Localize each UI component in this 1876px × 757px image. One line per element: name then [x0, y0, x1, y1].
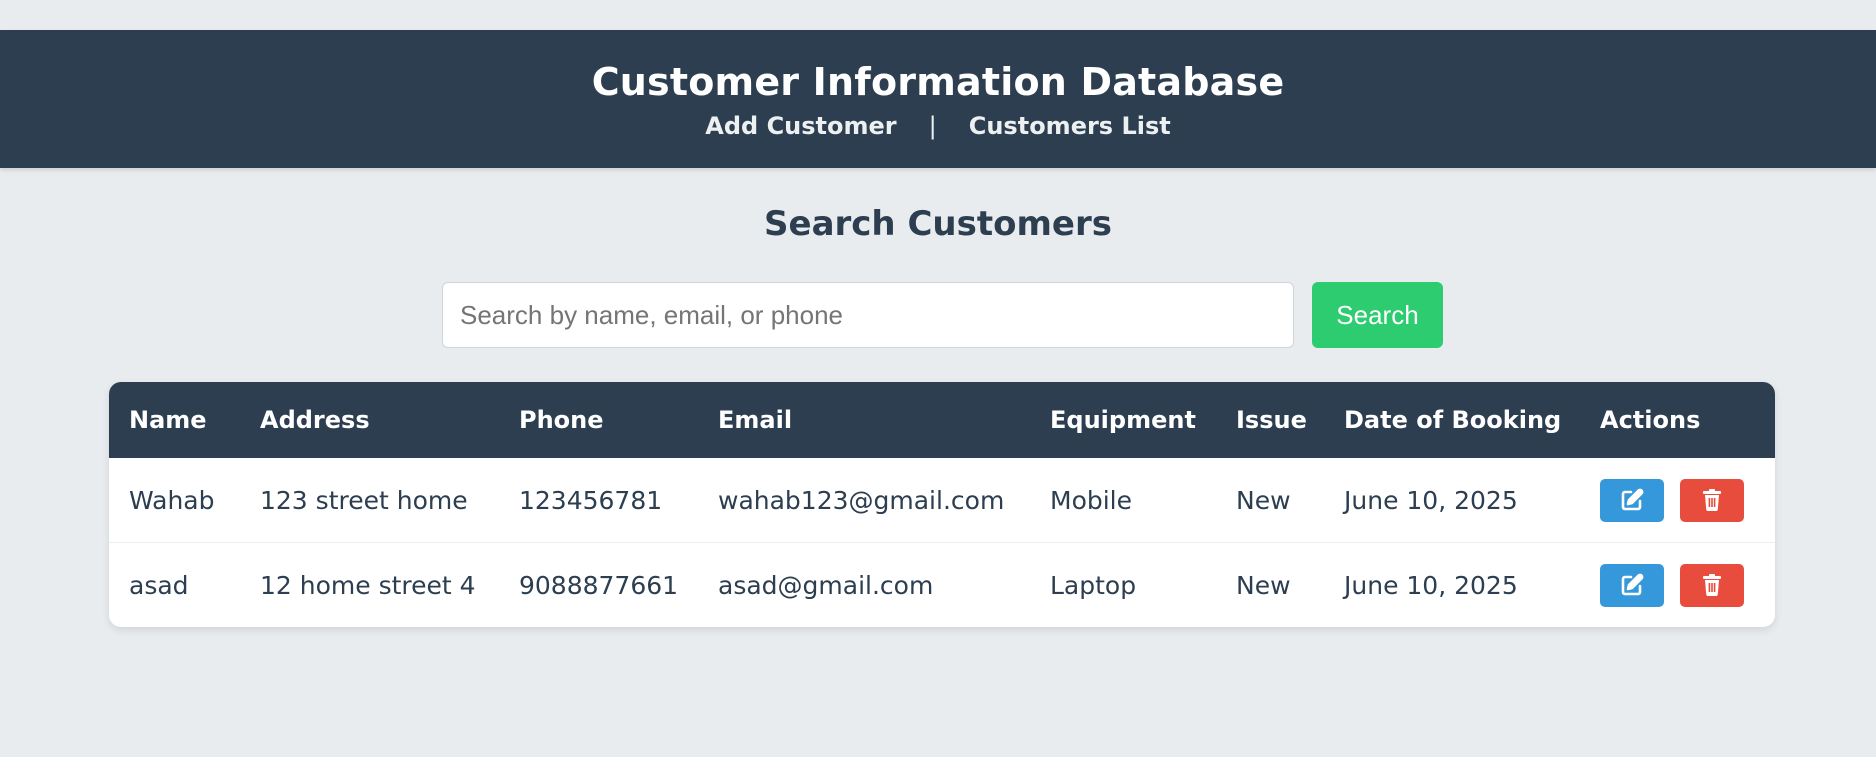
- cell-equipment: Mobile: [1030, 458, 1216, 543]
- search-button[interactable]: Search: [1312, 282, 1443, 348]
- table-row: asad 12 home street 4 9088877661 asad@gm…: [109, 543, 1775, 628]
- cell-issue: New: [1236, 570, 1291, 600]
- search-section-title: Search Customers: [764, 204, 1112, 244]
- column-header-actions: Actions: [1580, 382, 1775, 458]
- nav-separator: |: [928, 112, 937, 140]
- cell-address: 123 street home: [240, 458, 499, 543]
- edit-button[interactable]: [1600, 563, 1664, 607]
- customers-table-container: Name Address Phone Email Equipment Issue…: [109, 382, 1775, 627]
- edit-button[interactable]: [1600, 478, 1664, 522]
- column-header-date: Date of Booking: [1324, 382, 1580, 458]
- main-nav: Add Customer | Customers List: [0, 112, 1876, 140]
- search-bar: Search: [442, 282, 1443, 348]
- cell-date: June 10, 2025: [1344, 570, 1518, 600]
- nav-customers-list-link[interactable]: Customers List: [969, 112, 1171, 140]
- column-header-name: Name: [109, 382, 240, 458]
- edit-icon: [1620, 488, 1644, 512]
- table-header-row: Name Address Phone Email Equipment Issue…: [109, 382, 1775, 458]
- table-header: Name Address Phone Email Equipment Issue…: [109, 382, 1775, 458]
- delete-button[interactable]: [1680, 563, 1744, 607]
- cell-equipment: Laptop: [1050, 570, 1137, 600]
- cell-phone: 9088877661: [519, 570, 679, 600]
- cell-name: Wahab: [109, 458, 240, 543]
- trash-icon: [1700, 573, 1724, 597]
- column-header-address: Address: [240, 382, 499, 458]
- cell-email: asad@gmail.com: [718, 570, 934, 600]
- table-body: Wahab 123 street home 123456781 wahab123…: [109, 458, 1775, 627]
- cell-phone: 123456781: [499, 458, 698, 543]
- row-actions: [1600, 563, 1775, 607]
- column-header-phone: Phone: [499, 382, 698, 458]
- cell-issue: New: [1216, 458, 1324, 543]
- table-row: Wahab 123 street home 123456781 wahab123…: [109, 458, 1775, 543]
- cell-date: June 10, 2025: [1324, 458, 1580, 543]
- column-header-email: Email: [698, 382, 1030, 458]
- customers-table: Name Address Phone Email Equipment Issue…: [109, 382, 1775, 627]
- page-title: Customer Information Database: [591, 60, 1285, 104]
- cell-name: asad: [129, 570, 189, 600]
- cell-email: wahab123@gmail.com: [698, 458, 1030, 543]
- search-input[interactable]: [442, 282, 1294, 348]
- column-header-issue: Issue: [1216, 382, 1324, 458]
- cell-actions: [1580, 458, 1775, 543]
- cell-address: 12 home street 4: [260, 570, 476, 600]
- row-actions: [1600, 478, 1775, 522]
- app-header: Customer Information Database Add Custom…: [0, 30, 1876, 168]
- column-header-equipment: Equipment: [1030, 382, 1216, 458]
- trash-icon: [1700, 488, 1724, 512]
- edit-icon: [1620, 573, 1644, 597]
- nav-add-customer-link[interactable]: Add Customer: [705, 112, 896, 140]
- cell-actions: [1580, 543, 1775, 628]
- delete-button[interactable]: [1680, 478, 1744, 522]
